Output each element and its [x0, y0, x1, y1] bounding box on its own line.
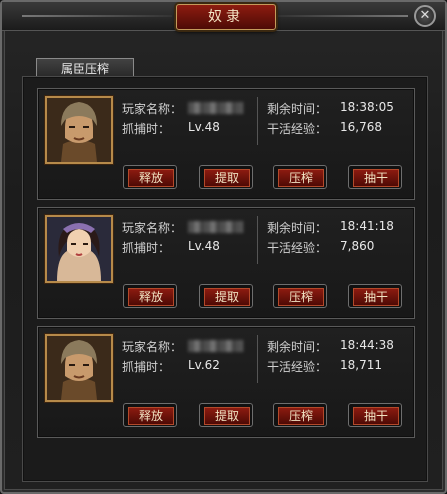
title-ornament-left — [22, 15, 172, 17]
player-name-redacted — [188, 102, 243, 114]
remaining-time-label: 剩余时间： — [267, 221, 328, 235]
release-button[interactable]: 释放 — [123, 284, 177, 308]
window-title: 奴隶 — [176, 4, 276, 30]
release-button[interactable]: 释放 — [123, 165, 177, 189]
capture-level-value: Lv.48 — [188, 120, 220, 134]
card-divider — [257, 216, 258, 264]
work-button[interactable]: 抽干 — [348, 165, 402, 189]
capture-level-label: 抓捕时： — [122, 241, 171, 255]
woman-portrait[interactable] — [45, 215, 113, 283]
capture-level-label: 抓捕时： — [122, 360, 171, 374]
remaining-time-label: 剩余时间： — [267, 102, 328, 116]
remaining-time-value: 18:41:18 — [340, 219, 394, 233]
slave-card-1: 玩家名称： 抓捕时： Lv.48 剩余时间： 18:38:05 干活经验： 16… — [37, 88, 415, 200]
extract-button[interactable]: 提取 — [199, 165, 253, 189]
work-button[interactable]: 抽干 — [348, 403, 402, 427]
title-ornament-right — [278, 15, 408, 17]
remaining-time-value: 18:44:38 — [340, 338, 394, 352]
player-name-label: 玩家名称： — [122, 221, 183, 235]
work-exp-value: 7,860 — [340, 239, 375, 253]
capture-level-value: Lv.62 — [188, 358, 220, 372]
slave-card-2: 玩家名称： 抓捕时： Lv.48 剩余时间： 18:41:18 干活经验： 7,… — [37, 207, 415, 319]
work-button[interactable]: 抽干 — [348, 284, 402, 308]
remaining-time-value: 18:38:05 — [340, 100, 394, 114]
player-name-label: 玩家名称： — [122, 102, 183, 116]
warrior-male-portrait[interactable] — [45, 334, 113, 402]
slave-card-3: 玩家名称： 抓捕时： Lv.62 剩余时间： 18:44:38 干活经验： 18… — [37, 326, 415, 438]
work-exp-value: 18,711 — [340, 358, 382, 372]
card-divider — [257, 97, 258, 145]
close-icon[interactable]: ✕ — [414, 5, 436, 27]
extract-button[interactable]: 提取 — [199, 284, 253, 308]
work-exp-label: 干活经验： — [267, 241, 328, 255]
work-exp-label: 干活经验： — [267, 360, 328, 374]
squeeze-button[interactable]: 压榨 — [273, 284, 327, 308]
capture-level-label: 抓捕时： — [122, 122, 171, 136]
slave-window: 奴隶 ✕ 属臣压榨 玩家名称： 抓捕时： Lv.48 剩余时间： 18:38:0… — [0, 0, 447, 494]
squeeze-button[interactable]: 压榨 — [273, 165, 327, 189]
remaining-time-label: 剩余时间： — [267, 340, 328, 354]
work-exp-label: 干活经验： — [267, 122, 328, 136]
extract-button[interactable]: 提取 — [199, 403, 253, 427]
player-name-redacted — [188, 340, 243, 352]
squeeze-button[interactable]: 压榨 — [273, 403, 327, 427]
player-name-redacted — [188, 221, 243, 233]
player-name-label: 玩家名称： — [122, 340, 183, 354]
work-exp-value: 16,768 — [340, 120, 382, 134]
card-divider — [257, 335, 258, 383]
warrior-male-portrait[interactable] — [45, 96, 113, 164]
capture-level-value: Lv.48 — [188, 239, 220, 253]
release-button[interactable]: 释放 — [123, 403, 177, 427]
